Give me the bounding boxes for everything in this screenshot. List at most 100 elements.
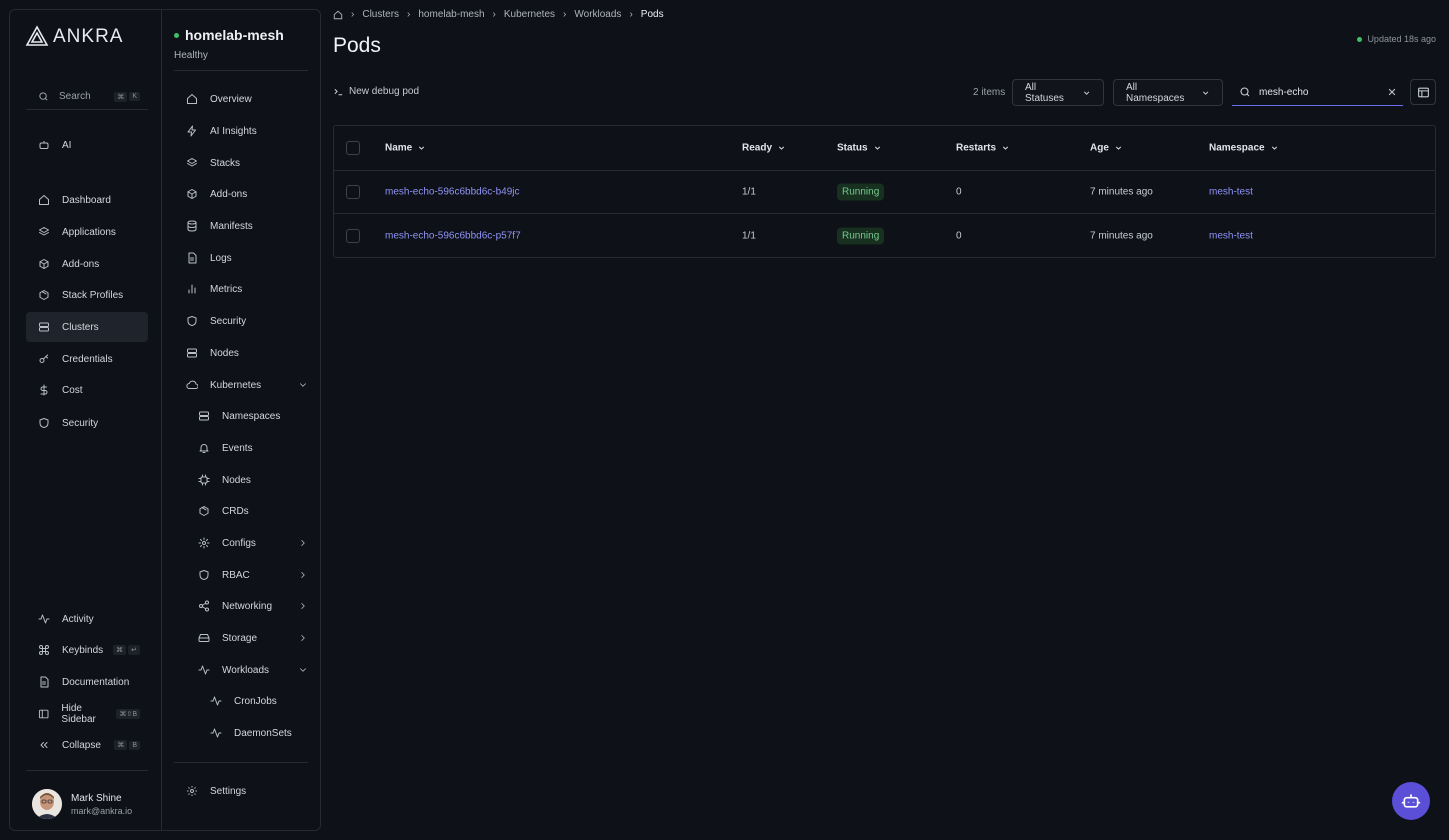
box-icon [39, 290, 49, 300]
breadcrumb-workloads[interactable]: Workloads [574, 9, 621, 20]
chevrons-left-icon [40, 742, 48, 748]
nav-ai[interactable]: AI [26, 130, 148, 160]
kube-nav-workloads[interactable]: Workloads [198, 657, 308, 683]
kube-nav-namespaces[interactable]: Namespaces [198, 403, 308, 429]
column-settings-button[interactable] [1410, 79, 1436, 105]
pod-name-link[interactable]: mesh-echo-596c6bbd6c-b49jc [385, 187, 520, 198]
chevron-right-icon [301, 572, 305, 578]
nav-security[interactable]: Security [26, 408, 148, 438]
status-cell: Running [837, 227, 885, 244]
ready-value: 1/1 [742, 186, 756, 198]
global-search[interactable]: Search ⌘ K [26, 84, 148, 110]
nav-applications[interactable]: Applications [26, 217, 148, 247]
home-icon [39, 195, 49, 205]
kube-nav-rbac[interactable]: RBAC [198, 562, 308, 588]
row-checkbox[interactable] [346, 185, 360, 199]
chevron-right-icon [301, 603, 305, 609]
row-checkbox[interactable] [346, 228, 360, 243]
sidebar-frame: ANKRA Search ⌘ K AI Dashboard Applications… [9, 9, 321, 831]
column-header-ready[interactable]: Ready [742, 143, 786, 154]
shortcut-hint: ⌘ ↵ [113, 645, 140, 655]
clear-search-icon[interactable] [1387, 87, 1397, 97]
nav-add-ons[interactable]: Add-ons [26, 249, 148, 279]
kube-nav-events[interactable]: Events [198, 435, 308, 461]
shield-icon [187, 316, 197, 326]
column-header-age[interactable]: Age [1090, 143, 1123, 154]
nav-stack-profiles[interactable]: Stack Profiles [26, 280, 148, 310]
ankra-logo[interactable]: ANKRA [25, 25, 123, 49]
sort-chevron-icon [1115, 146, 1121, 150]
select-all-checkbox[interactable] [346, 141, 360, 155]
sidebar-icon [38, 709, 49, 719]
pod-name-link[interactable]: mesh-echo-596c6bbd6c-p57f7 [385, 230, 521, 241]
nav-settings[interactable]: Settings [186, 778, 308, 804]
kube-nav-networking[interactable]: Networking [198, 593, 308, 619]
cluster-name: homelab-mesh [185, 27, 284, 43]
breadcrumb-clusters[interactable]: Clusters [362, 9, 399, 20]
cluster-sidebar: homelab-mesh Healthy Overview AI Insights… [162, 10, 322, 830]
cluster-nav-nodes[interactable]: Nodes [186, 340, 308, 366]
namespace-link[interactable]: mesh-test [1209, 230, 1253, 241]
hard-drive-icon [198, 634, 210, 642]
new-debug-pod-button[interactable]: New debug pod [333, 86, 419, 97]
home-icon[interactable] [333, 10, 343, 20]
namespace-link[interactable]: mesh-test [1209, 187, 1253, 198]
search-shortcut: ⌘ K [114, 91, 140, 102]
shortcut-hint: ⌘ B [114, 740, 140, 750]
nav-dashboard[interactable]: Dashboard [26, 185, 148, 215]
cluster-nav-logs[interactable]: Logs [186, 245, 308, 271]
activity-icon [198, 665, 210, 675]
kube-nav-configs[interactable]: Configs [198, 530, 308, 556]
status-filter[interactable]: All Statuses [1012, 79, 1104, 106]
user-name: Mark Shine [71, 793, 122, 804]
gear-icon [198, 537, 210, 549]
workload-nav-cronjobs[interactable]: CronJobs [210, 688, 308, 714]
health-dot [174, 32, 179, 38]
pod-search-input[interactable]: mesh-echo [1259, 87, 1308, 98]
kube-nav-nodes[interactable]: Nodes [198, 467, 308, 493]
cluster-nav-metrics[interactable]: Metrics [186, 276, 308, 302]
updated-indicator: Updated 18s ago [1357, 34, 1436, 44]
kube-nav-storage[interactable]: Storage [198, 625, 308, 651]
nav-credentials[interactable]: Credentials [26, 344, 148, 374]
nav-activity[interactable]: Activity [26, 604, 148, 634]
database-icon [187, 220, 197, 232]
server-icon [199, 411, 209, 421]
column-header-name[interactable]: Name [385, 143, 426, 154]
chevron-down-icon [1202, 91, 1209, 95]
cloud-icon [186, 380, 198, 389]
gear-icon [187, 786, 197, 796]
nav-clusters[interactable]: Clusters [26, 312, 148, 342]
item-count: 2 items [973, 87, 1006, 98]
table-row[interactable]: mesh-echo-596c6bbd6c-p57f7 1/1 Running 0 7 m… [334, 214, 1435, 257]
nav-hide-sidebar[interactable]: Hide Sidebar ⌘⇧B [26, 699, 148, 729]
breadcrumb-kubernetes[interactable]: Kubernetes [504, 9, 555, 20]
cluster-nav-security[interactable]: Security [186, 308, 308, 334]
table-row[interactable]: mesh-echo-596c6bbd6c-b49jc 1/1 Running 0 7 m… [334, 171, 1435, 214]
nav-documentation[interactable]: Documentation [26, 667, 148, 697]
chevron-right-icon [301, 540, 305, 546]
chevron-right-icon [301, 635, 305, 641]
cluster-nav-manifests[interactable]: Manifests [186, 213, 308, 239]
cluster-nav-stacks[interactable]: Stacks [186, 150, 308, 176]
nav-collapse[interactable]: Collapse ⌘ B [26, 730, 148, 760]
pod-search-field[interactable]: mesh-echo [1232, 79, 1403, 106]
cluster-nav-kubernetes[interactable]: Kubernetes [186, 372, 308, 398]
cluster-nav-overview[interactable]: Overview [186, 86, 308, 112]
workload-nav-daemonsets[interactable]: DaemonSets [210, 720, 308, 746]
column-header-status[interactable]: Status [837, 143, 882, 154]
namespace-filter[interactable]: All Namespaces [1113, 79, 1223, 106]
ai-assistant-button[interactable] [1392, 782, 1430, 820]
nav-cost[interactable]: Cost [26, 375, 148, 405]
nav-keybinds[interactable]: Keybinds ⌘ ↵ [26, 635, 148, 665]
breadcrumb-cluster[interactable]: homelab-mesh [418, 9, 484, 20]
kube-nav-crds[interactable]: CRDs [198, 498, 308, 524]
key-icon [39, 354, 48, 363]
share-icon [199, 600, 209, 612]
user-profile[interactable]: Mark Shine mark@ankra.io [26, 770, 148, 830]
column-header-restarts[interactable]: Restarts [956, 143, 1010, 154]
column-header-namespace[interactable]: Namespace [1209, 143, 1279, 154]
breadcrumb: › Clusters › homelab-mesh › Kubernetes ›… [333, 9, 664, 20]
cluster-nav-add-ons[interactable]: Add-ons [186, 181, 308, 207]
cluster-nav-ai-insights[interactable]: AI Insights [186, 118, 308, 144]
